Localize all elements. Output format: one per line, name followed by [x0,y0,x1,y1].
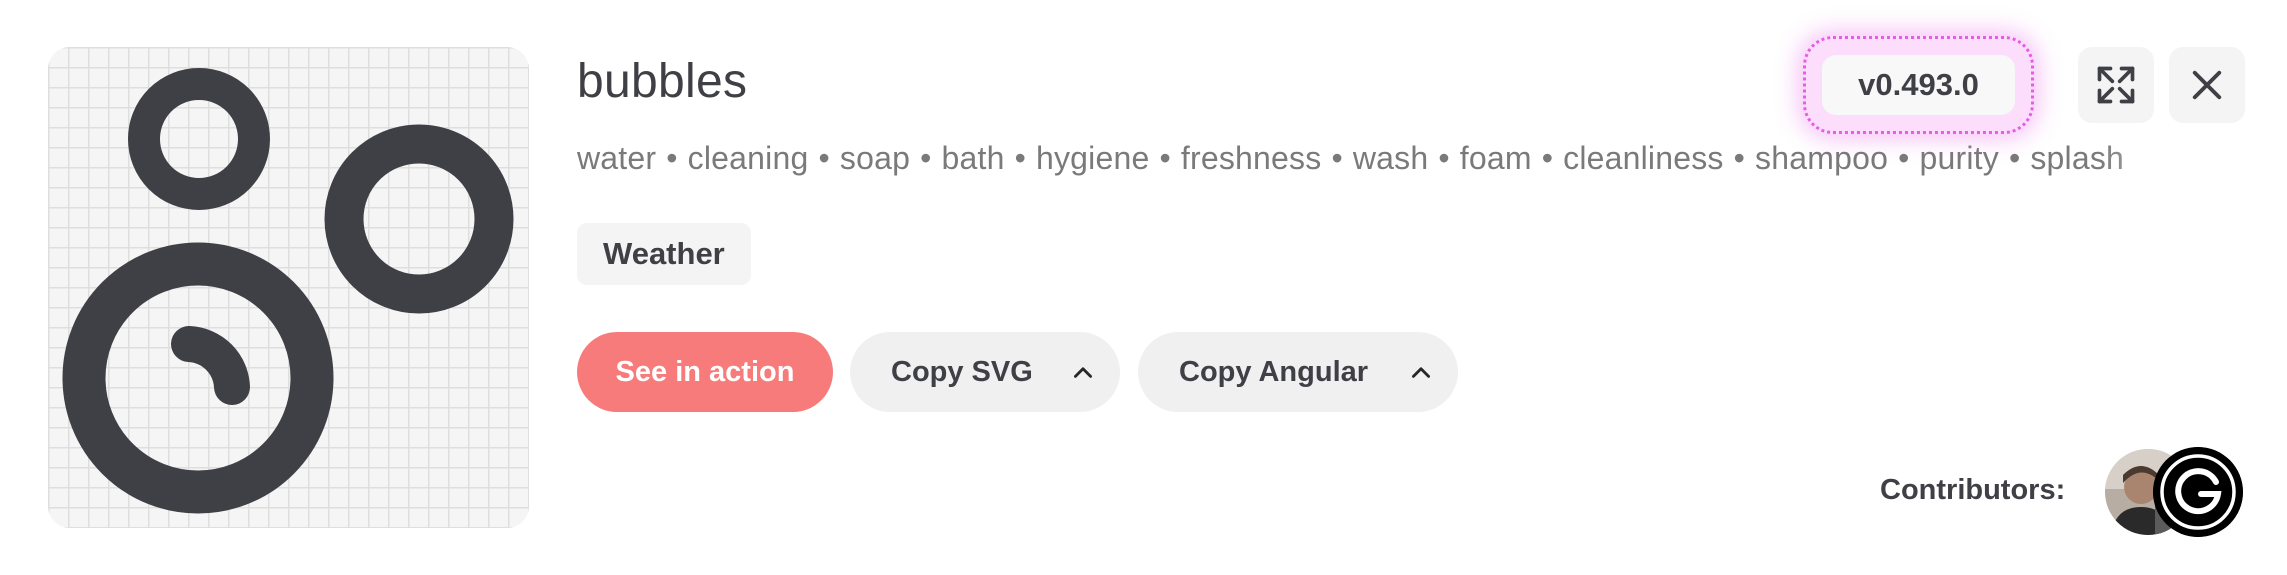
tag-separator: • [666,140,678,176]
tag-separator: • [1159,140,1171,176]
tag-line: water • cleaning • soap • bath • hygiene • freshne… [577,140,2124,176]
copy-angular-button[interactable]: Copy Angular [1138,332,1458,412]
see-in-action-button[interactable]: See in action [577,332,833,412]
logo-avatar [2153,447,2243,537]
tag[interactable]: splash [2030,140,2124,176]
contributors-label: Contributors: [1880,474,2066,506]
tag-separator: • [920,140,932,176]
tag-separator: • [1733,140,1746,176]
tag-separator: • [818,140,830,176]
tag[interactable]: cleanliness [1563,140,1724,176]
tag-separator: • [1898,140,1910,176]
tag-separator: • [1541,140,1554,176]
tag[interactable]: water [577,140,656,176]
tag[interactable]: soap [840,140,910,176]
tag[interactable]: shampoo [1755,140,1888,176]
tag[interactable]: freshness [1181,140,1322,176]
chevron-up-icon[interactable] [1070,359,1096,385]
close-button[interactable] [2169,47,2245,123]
tag-list: water • cleaning • soap • bath • hygiene • freshne… [577,140,2232,188]
copy-svg-label: Copy SVG [891,355,1033,388]
tag[interactable]: cleaning [688,140,809,176]
tag[interactable]: wash [1353,140,1429,176]
chevron-up-icon[interactable] [1408,359,1434,385]
tag[interactable]: hygiene [1036,140,1150,176]
fullscreen-button[interactable] [2078,47,2154,123]
contributor-avatar[interactable] [2153,447,2243,537]
version-badge[interactable]: v0.493.0 [1822,55,2015,115]
tag-separator: • [1331,140,1343,176]
tag-separator: • [2008,140,2021,176]
tag-separator: • [1014,140,1026,176]
category-badge[interactable]: Weather [577,223,751,285]
icon-title: bubbles [577,55,748,108]
see-in-action-label: See in action [615,355,795,388]
tag[interactable]: foam [1460,140,1532,176]
close-icon [2192,70,2222,100]
expand-icon [2097,66,2135,104]
copy-svg-button[interactable]: Copy SVG [850,332,1120,412]
icon-preview [48,47,529,528]
bubbles-icon [62,68,514,514]
tag-separator: • [1438,140,1450,176]
tag[interactable]: bath [941,140,1004,176]
tag[interactable]: purity [1920,140,1999,176]
copy-angular-label: Copy Angular [1179,355,1369,388]
